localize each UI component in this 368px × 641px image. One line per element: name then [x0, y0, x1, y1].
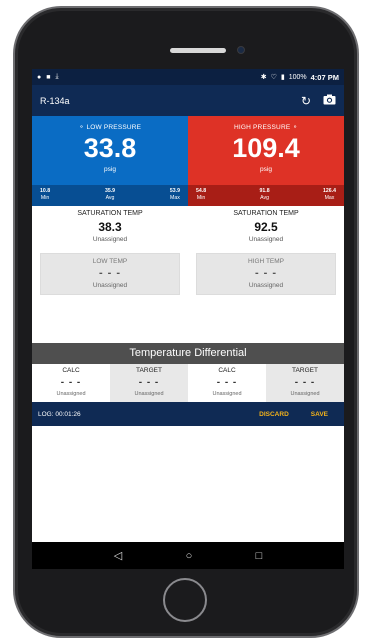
low-sat-value: 38.3	[98, 220, 122, 234]
high-max: 126.4 Max	[323, 188, 336, 201]
battery-percent: 100%	[288, 73, 307, 81]
low-pressure-label: ⚬ LOW PRESSURE	[78, 124, 142, 131]
circle-notification-icon: ●	[37, 73, 42, 81]
download-icon: ⤓	[55, 73, 59, 80]
app-screen: ● ■ ⤓ ✱ ♡ ▮ 100% 4:07 PM R-134a ↻ ⚬ LOW …	[32, 69, 344, 569]
high-min: 54.8 Min	[196, 188, 207, 201]
low-pressure-unit: psig	[104, 166, 116, 173]
high-sat-value: 92.5	[254, 220, 278, 234]
high-pressure-unit: psig	[260, 166, 272, 173]
low-target-cell[interactable]: TARGET - - - Unassigned	[110, 364, 188, 402]
high-saturation: SATURATION TEMP 92.5 Unassigned HIGH TEM…	[188, 206, 344, 343]
speaker-grille	[170, 48, 226, 53]
temp-diff-row: CALC - - - Unassigned TARGET - - - Unass…	[32, 364, 344, 402]
high-pressure-box[interactable]: HIGH PRESSURE ⚬ 109.4 psig	[188, 116, 344, 185]
log-timer: LOG: 00:01:26	[38, 410, 81, 418]
low-sat-title: SATURATION TEMP	[77, 210, 143, 217]
status-bar: ● ■ ⤓ ✱ ♡ ▮ 100% 4:07 PM	[32, 69, 344, 85]
high-pressure-label: HIGH PRESSURE ⚬	[233, 124, 299, 131]
low-pressure-box[interactable]: ⚬ LOW PRESSURE 33.8 psig	[32, 116, 188, 185]
high-sat-assign: Unassigned	[248, 236, 284, 243]
high-temp-assign: Unassigned	[248, 282, 284, 289]
low-avg: 35.9 Avg	[104, 188, 116, 201]
low-temp-box[interactable]: LOW TEMP - - - Unassigned	[40, 253, 180, 295]
back-icon[interactable]: ◁	[114, 549, 122, 562]
low-temp-assign: Unassigned	[92, 282, 128, 289]
bluetooth-icon: ✱	[260, 74, 267, 81]
low-saturation: SATURATION TEMP 38.3 Unassigned LOW TEMP…	[32, 206, 188, 343]
low-sat-assign: Unassigned	[92, 236, 128, 243]
save-button[interactable]: SAVE	[311, 411, 328, 418]
app-bar: R-134a ↻	[32, 85, 344, 116]
front-camera	[237, 46, 245, 54]
high-stats: 54.8 Min 91.8 Avg 126.4 Max	[188, 185, 344, 206]
battery-icon: ▮	[280, 74, 285, 81]
home-nav-icon[interactable]: ○	[186, 550, 193, 562]
low-max: 53.9 Max	[169, 188, 180, 201]
low-pressure-value: 33.8	[83, 133, 137, 163]
low-stats: 10.8 Min 35.9 Avg 53.9 Max	[32, 185, 188, 206]
phone-home-button[interactable]	[163, 578, 207, 622]
image-notification-icon: ■	[46, 73, 51, 81]
high-calc-cell[interactable]: CALC - - - Unassigned	[188, 364, 266, 402]
high-temp-value: - - -	[254, 267, 278, 279]
log-bar: LOG: 00:01:26 DISCARD SAVE	[32, 402, 344, 426]
temp-diff-header: Temperature Differential	[32, 343, 344, 364]
discard-button[interactable]: DISCARD	[259, 411, 289, 418]
low-sensor-icon: ⚬	[78, 124, 85, 131]
high-temp-label: HIGH TEMP	[248, 258, 284, 265]
high-target-cell[interactable]: TARGET - - - Unassigned	[266, 364, 344, 402]
refrigerant-title[interactable]: R-134a	[40, 96, 70, 106]
high-sensor-icon: ⚬	[292, 124, 299, 131]
low-calc-cell[interactable]: CALC - - - Unassigned	[32, 364, 110, 402]
pressure-panel: ⚬ LOW PRESSURE 33.8 psig HIGH PRESSURE ⚬…	[32, 116, 344, 185]
saturation-section: SATURATION TEMP 38.3 Unassigned LOW TEMP…	[32, 206, 344, 343]
camera-icon[interactable]	[323, 94, 336, 107]
refresh-icon[interactable]: ↻	[301, 95, 311, 107]
low-temp-value: - - -	[98, 267, 122, 279]
high-pressure-value: 109.4	[232, 133, 300, 163]
wifi-icon: ♡	[270, 74, 277, 81]
high-sat-title: SATURATION TEMP	[233, 210, 299, 217]
high-temp-box[interactable]: HIGH TEMP - - - Unassigned	[196, 253, 336, 295]
pressure-stats: 10.8 Min 35.9 Avg 53.9 Max 54.8 Min 91.8 Avg …	[32, 185, 344, 206]
android-nav-bar: ◁ ○ □	[32, 542, 344, 569]
clock: 4:07 PM	[310, 72, 339, 82]
recents-icon[interactable]: □	[256, 550, 263, 562]
low-min: 10.8 Min	[40, 188, 51, 201]
low-temp-label: LOW TEMP	[92, 258, 128, 265]
high-avg: 91.8 Avg	[259, 188, 270, 201]
